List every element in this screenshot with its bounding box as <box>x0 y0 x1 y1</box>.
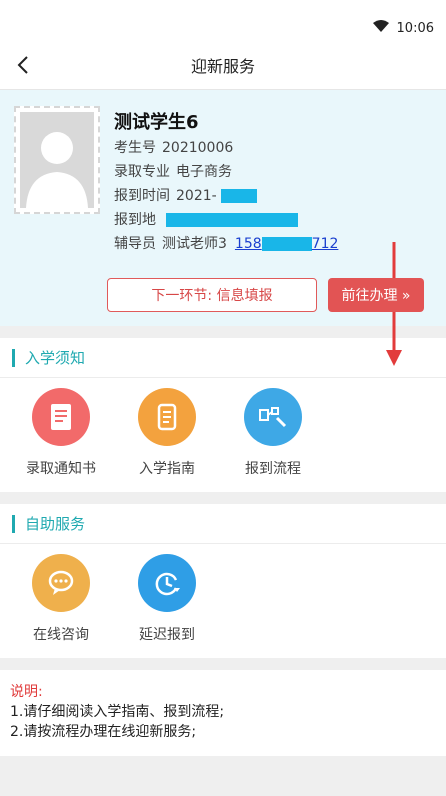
scroll-guide-icon <box>138 388 196 446</box>
clock-icon <box>138 554 196 612</box>
admission-letter-button[interactable]: 录取通知书 <box>8 388 114 478</box>
flow-icon <box>244 388 302 446</box>
admission-letter-label: 录取通知书 <box>26 461 96 477</box>
redaction-mask <box>166 213 298 227</box>
counselor-value: 测试老师3 <box>162 236 227 252</box>
student-name: 测试学生6 <box>114 112 199 133</box>
section-title: 入学须知 <box>25 349 86 367</box>
section-accent-bar <box>12 348 15 367</box>
note-line-2: 2.请按流程办理在线迎新服务; <box>10 724 197 740</box>
exam-number-value: 20210006 <box>162 140 234 156</box>
status-bar: 10:06 <box>0 0 446 40</box>
report-place-label: 报到地 <box>114 212 156 228</box>
report-flow-label: 报到流程 <box>245 461 301 477</box>
note-title: 说明: <box>10 684 43 700</box>
wifi-icon <box>372 20 389 36</box>
instructions-note: 说明: 1.请仔细阅读入学指南、报到流程; 2.请按流程办理在线迎新服务; <box>0 670 446 756</box>
avatar-placeholder-icon <box>20 112 94 208</box>
section-accent-bar <box>12 514 15 533</box>
online-consult-label: 在线咨询 <box>33 627 89 643</box>
exam-number-label: 考生号 <box>114 140 156 156</box>
self-service-section: 自助服务 在线咨询 延迟报到 <box>0 504 446 658</box>
report-flow-button[interactable]: 报到流程 <box>220 388 326 478</box>
report-time-row: 报到时间 2021- <box>114 184 338 208</box>
page-title: 迎新服务 <box>190 56 255 76</box>
enrollment-section: 入学须知 录取通知书 入学指南 报到流程 <box>0 338 446 492</box>
report-time-value: 2021- <box>176 188 217 204</box>
exam-number-row: 考生号 20210006 <box>114 136 338 160</box>
counselor-row: 辅导员 测试老师3 158 712 <box>114 232 338 256</box>
go-handle-button[interactable]: 前往办理 » <box>328 278 424 312</box>
chat-icon <box>32 554 90 612</box>
report-time-label: 报到时间 <box>114 188 170 204</box>
delay-report-button[interactable]: 延迟报到 <box>114 554 220 644</box>
major-value: 电子商务 <box>176 164 232 180</box>
report-place-row: 报到地 <box>114 208 338 232</box>
counselor-phone-link[interactable]: 158 712 <box>235 232 338 256</box>
back-icon[interactable] <box>10 52 36 78</box>
section-title: 自助服务 <box>25 515 86 533</box>
student-photo <box>14 106 100 214</box>
phone-prefix: 158 <box>234 236 262 252</box>
next-step-button[interactable]: 下一环节: 信息填报 <box>107 278 317 312</box>
delay-report-label: 延迟报到 <box>139 627 195 643</box>
note-line-1: 1.请仔细阅读入学指南、报到流程; <box>10 704 225 720</box>
phone-suffix: 712 <box>311 236 339 252</box>
student-info: 测试学生6 考生号 20210006 录取专业 电子商务 报到时间 2021- … <box>114 108 338 256</box>
enrollment-guide-label: 入学指南 <box>139 461 195 477</box>
admission-letter-icon <box>32 388 90 446</box>
redaction-mask <box>261 237 312 251</box>
nav-bar: 迎新服务 <box>0 40 446 90</box>
clock-time: 10:06 <box>396 20 434 36</box>
counselor-label: 辅导员 <box>114 236 156 252</box>
online-consult-button[interactable]: 在线咨询 <box>8 554 114 644</box>
redaction-mask <box>220 189 257 203</box>
major-label: 录取专业 <box>114 164 170 180</box>
enrollment-guide-button[interactable]: 入学指南 <box>114 388 220 478</box>
major-row: 录取专业 电子商务 <box>114 160 338 184</box>
